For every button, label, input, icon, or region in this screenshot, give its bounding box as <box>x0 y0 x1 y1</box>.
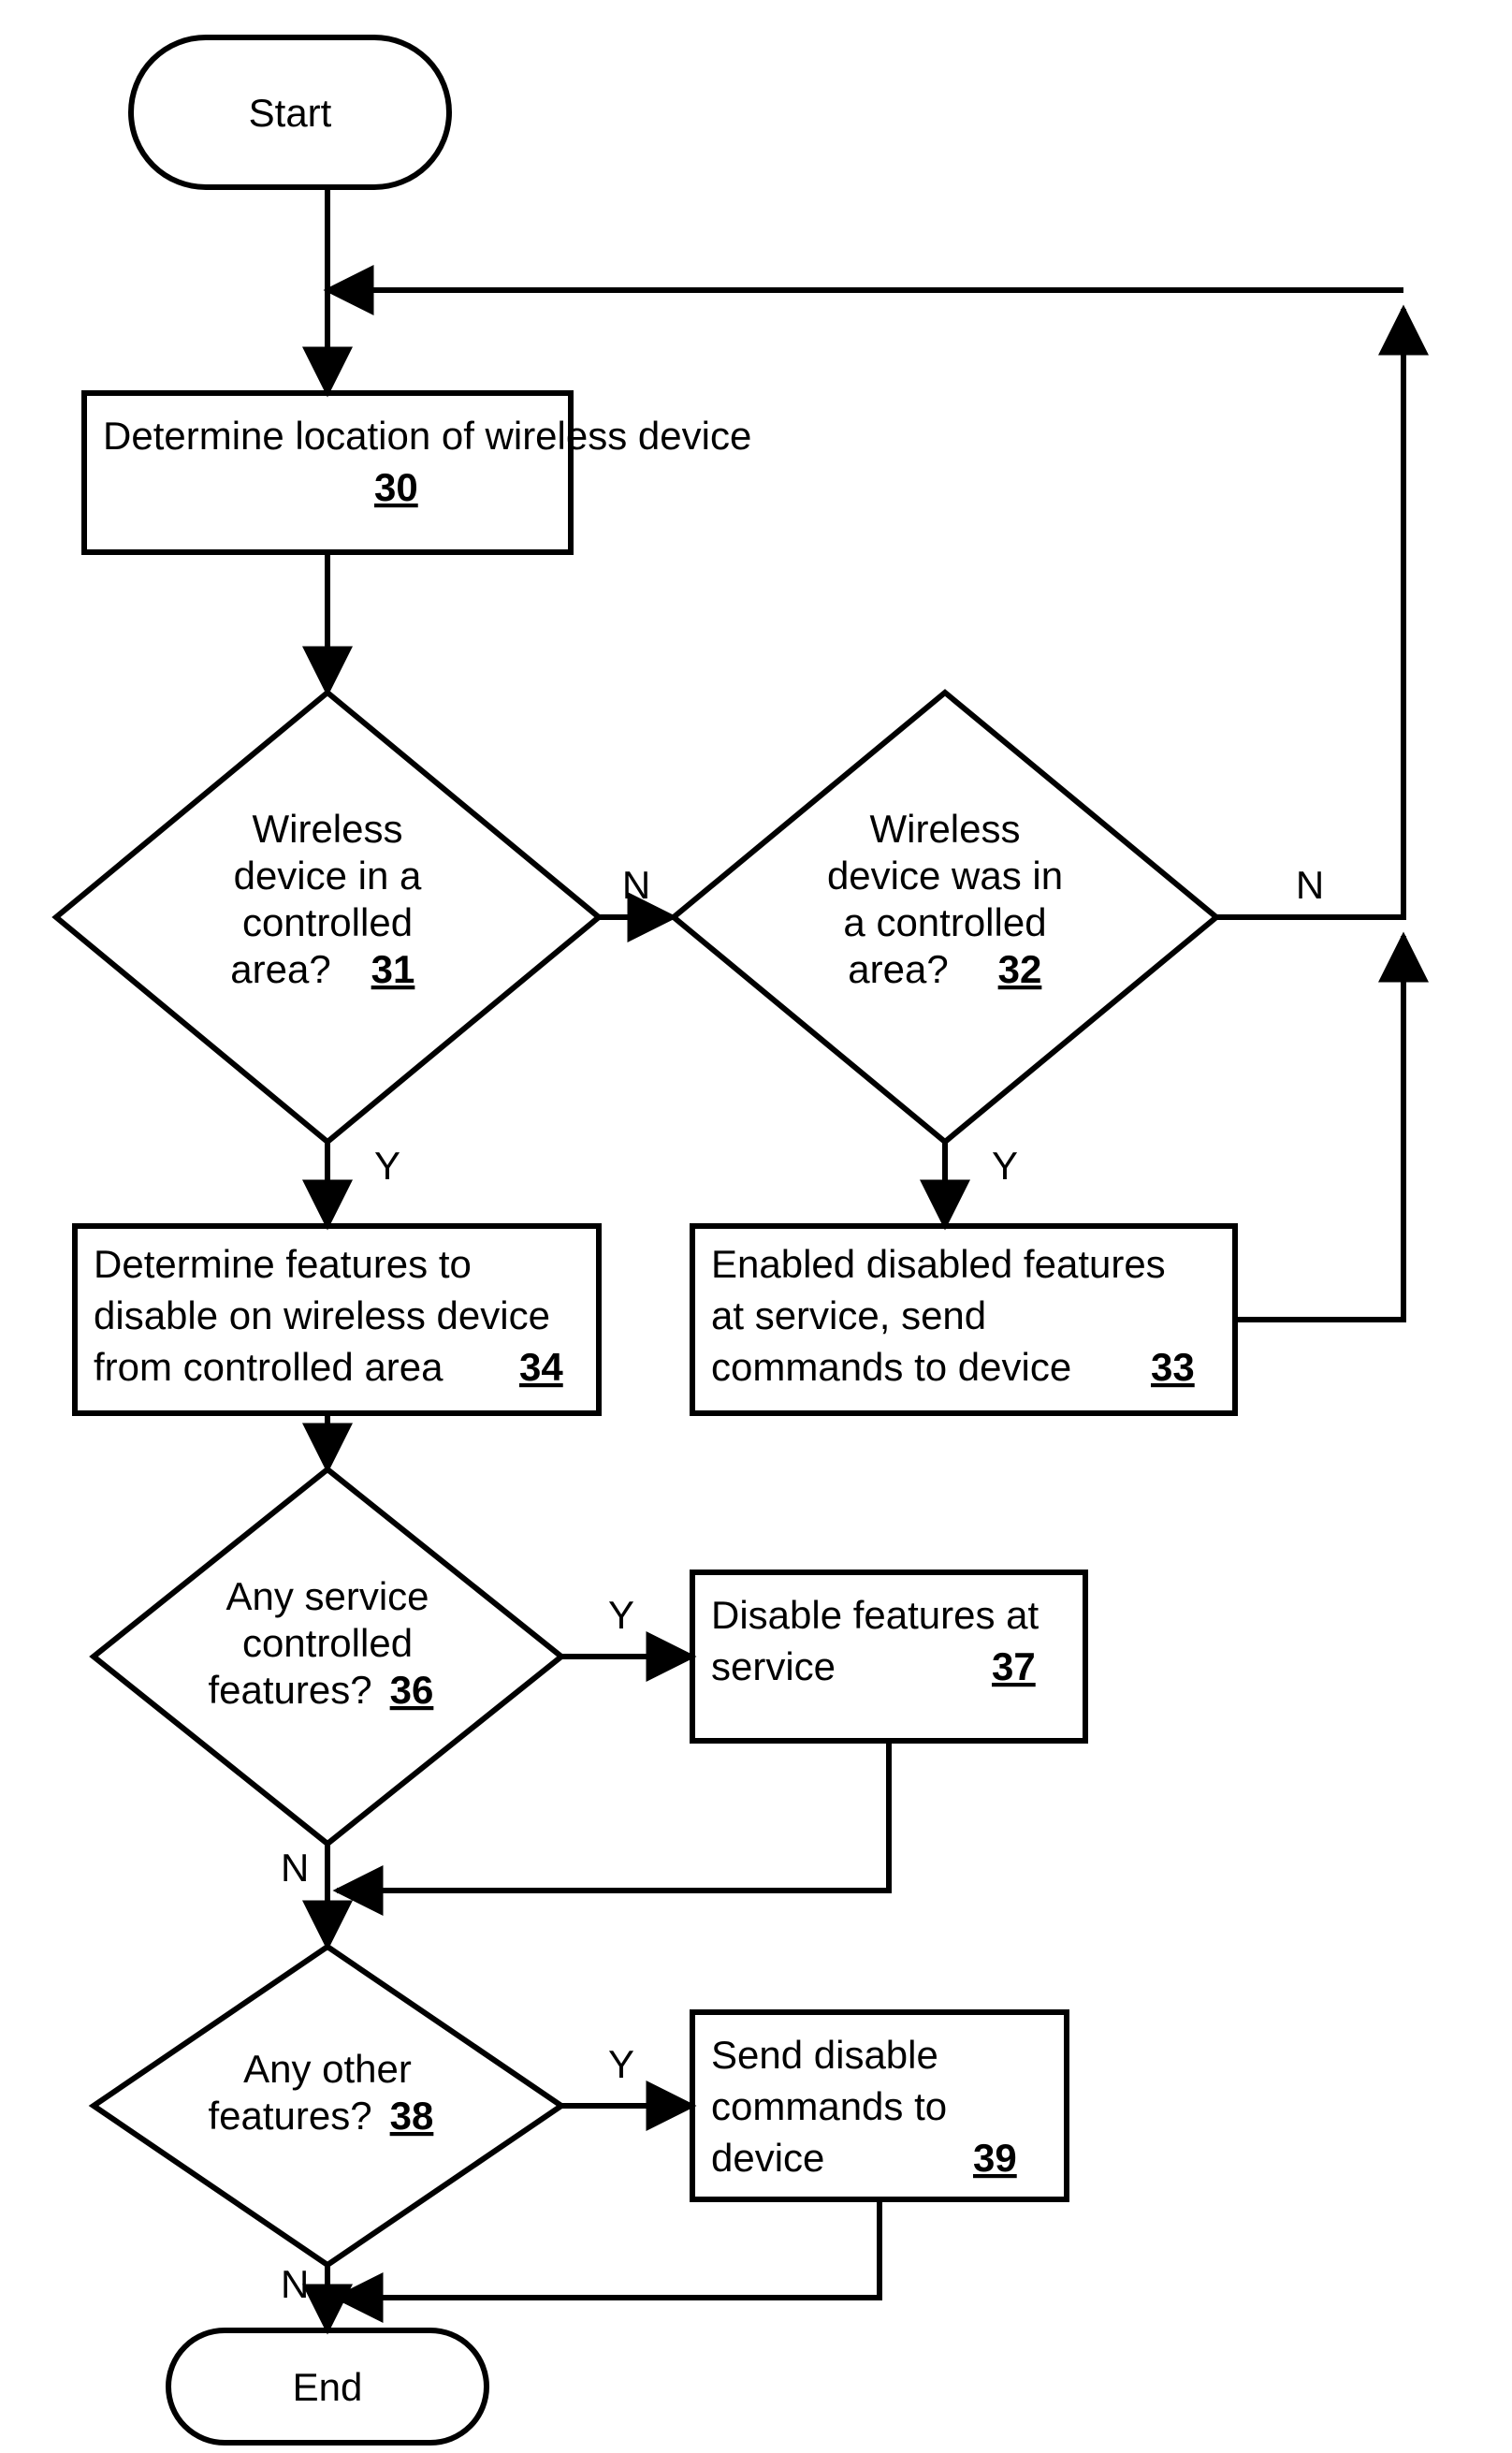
svg-text:38: 38 <box>390 2094 434 2138</box>
edge-32N-loop <box>1216 309 1403 917</box>
svg-text:at service, send: at service, send <box>711 1293 986 1337</box>
svg-text:32: 32 <box>998 947 1042 991</box>
svg-text:Enabled disabled features: Enabled disabled features <box>711 1242 1166 1286</box>
svg-text:from controlled area: from controlled area <box>94 1345 443 1389</box>
svg-text:area?: area? <box>230 947 330 991</box>
svg-text:device: device <box>711 2136 824 2180</box>
svg-text:Wireless: Wireless <box>252 807 402 851</box>
node-37: Disable features at service 37 <box>692 1572 1085 1741</box>
label-32-Y: Y <box>992 1144 1018 1188</box>
label-36-N: N <box>281 1846 309 1890</box>
svg-text:Wireless: Wireless <box>869 807 1020 851</box>
node-34: Determine features to disable on wireles… <box>75 1226 599 1413</box>
node-start: Start <box>131 37 449 187</box>
svg-text:area?: area? <box>848 947 948 991</box>
svg-text:Determine location of wireless: Determine location of wireless device <box>103 414 751 458</box>
label-31-N: N <box>622 863 650 907</box>
svg-text:commands to device: commands to device <box>711 1345 1071 1389</box>
label-31-Y: Y <box>374 1144 400 1188</box>
svg-text:disable on wireless device: disable on wireless device <box>94 1293 550 1337</box>
node-31: Wireless device in a controlled area? 31 <box>56 693 599 1142</box>
svg-text:Send disable: Send disable <box>711 2033 938 2077</box>
svg-text:Any other: Any other <box>243 2047 412 2091</box>
svg-text:controlled: controlled <box>242 1621 413 1665</box>
edge-33-loop <box>1235 936 1403 1320</box>
label-32-N: N <box>1296 863 1324 907</box>
end-label: End <box>293 2365 363 2409</box>
node-end: End <box>168 2330 487 2443</box>
svg-text:39: 39 <box>973 2136 1017 2180</box>
svg-text:31: 31 <box>371 947 415 991</box>
node-36: Any service controlled features? 36 <box>94 1469 561 1844</box>
svg-text:a controlled: a controlled <box>843 900 1046 944</box>
edge-37-merge <box>337 1741 889 1891</box>
svg-text:Disable features at: Disable features at <box>711 1593 1040 1637</box>
svg-text:30: 30 <box>374 465 418 509</box>
svg-text:37: 37 <box>992 1644 1036 1688</box>
svg-text:device was in: device was in <box>827 854 1063 898</box>
label-36-Y: Y <box>608 1593 634 1637</box>
svg-text:device in a: device in a <box>234 854 422 898</box>
svg-text:controlled: controlled <box>242 900 413 944</box>
node-39: Send disable commands to device 39 <box>692 2012 1067 2199</box>
svg-text:commands to: commands to <box>711 2084 947 2128</box>
node-38: Any other features? 38 <box>94 1947 561 2265</box>
svg-text:Determine features to: Determine features to <box>94 1242 472 1286</box>
svg-text:Any service: Any service <box>225 1574 429 1618</box>
start-label: Start <box>249 91 332 135</box>
svg-text:34: 34 <box>519 1345 563 1389</box>
label-38-N: N <box>281 2262 309 2306</box>
node-30: Determine location of wireless device 30 <box>84 393 751 552</box>
node-33: Enabled disabled features at service, se… <box>692 1226 1235 1413</box>
svg-text:36: 36 <box>390 1668 434 1712</box>
label-38-Y: Y <box>608 2042 634 2086</box>
svg-text:service: service <box>711 1644 836 1688</box>
svg-text:features?: features? <box>208 2094 371 2138</box>
node-32: Wireless device was in a controlled area… <box>674 693 1216 1142</box>
svg-text:33: 33 <box>1151 1345 1195 1389</box>
flowchart: Start Determine location of wireless dev… <box>0 0 1512 2453</box>
edge-39-merge <box>337 2199 880 2298</box>
svg-text:features?: features? <box>208 1668 371 1712</box>
